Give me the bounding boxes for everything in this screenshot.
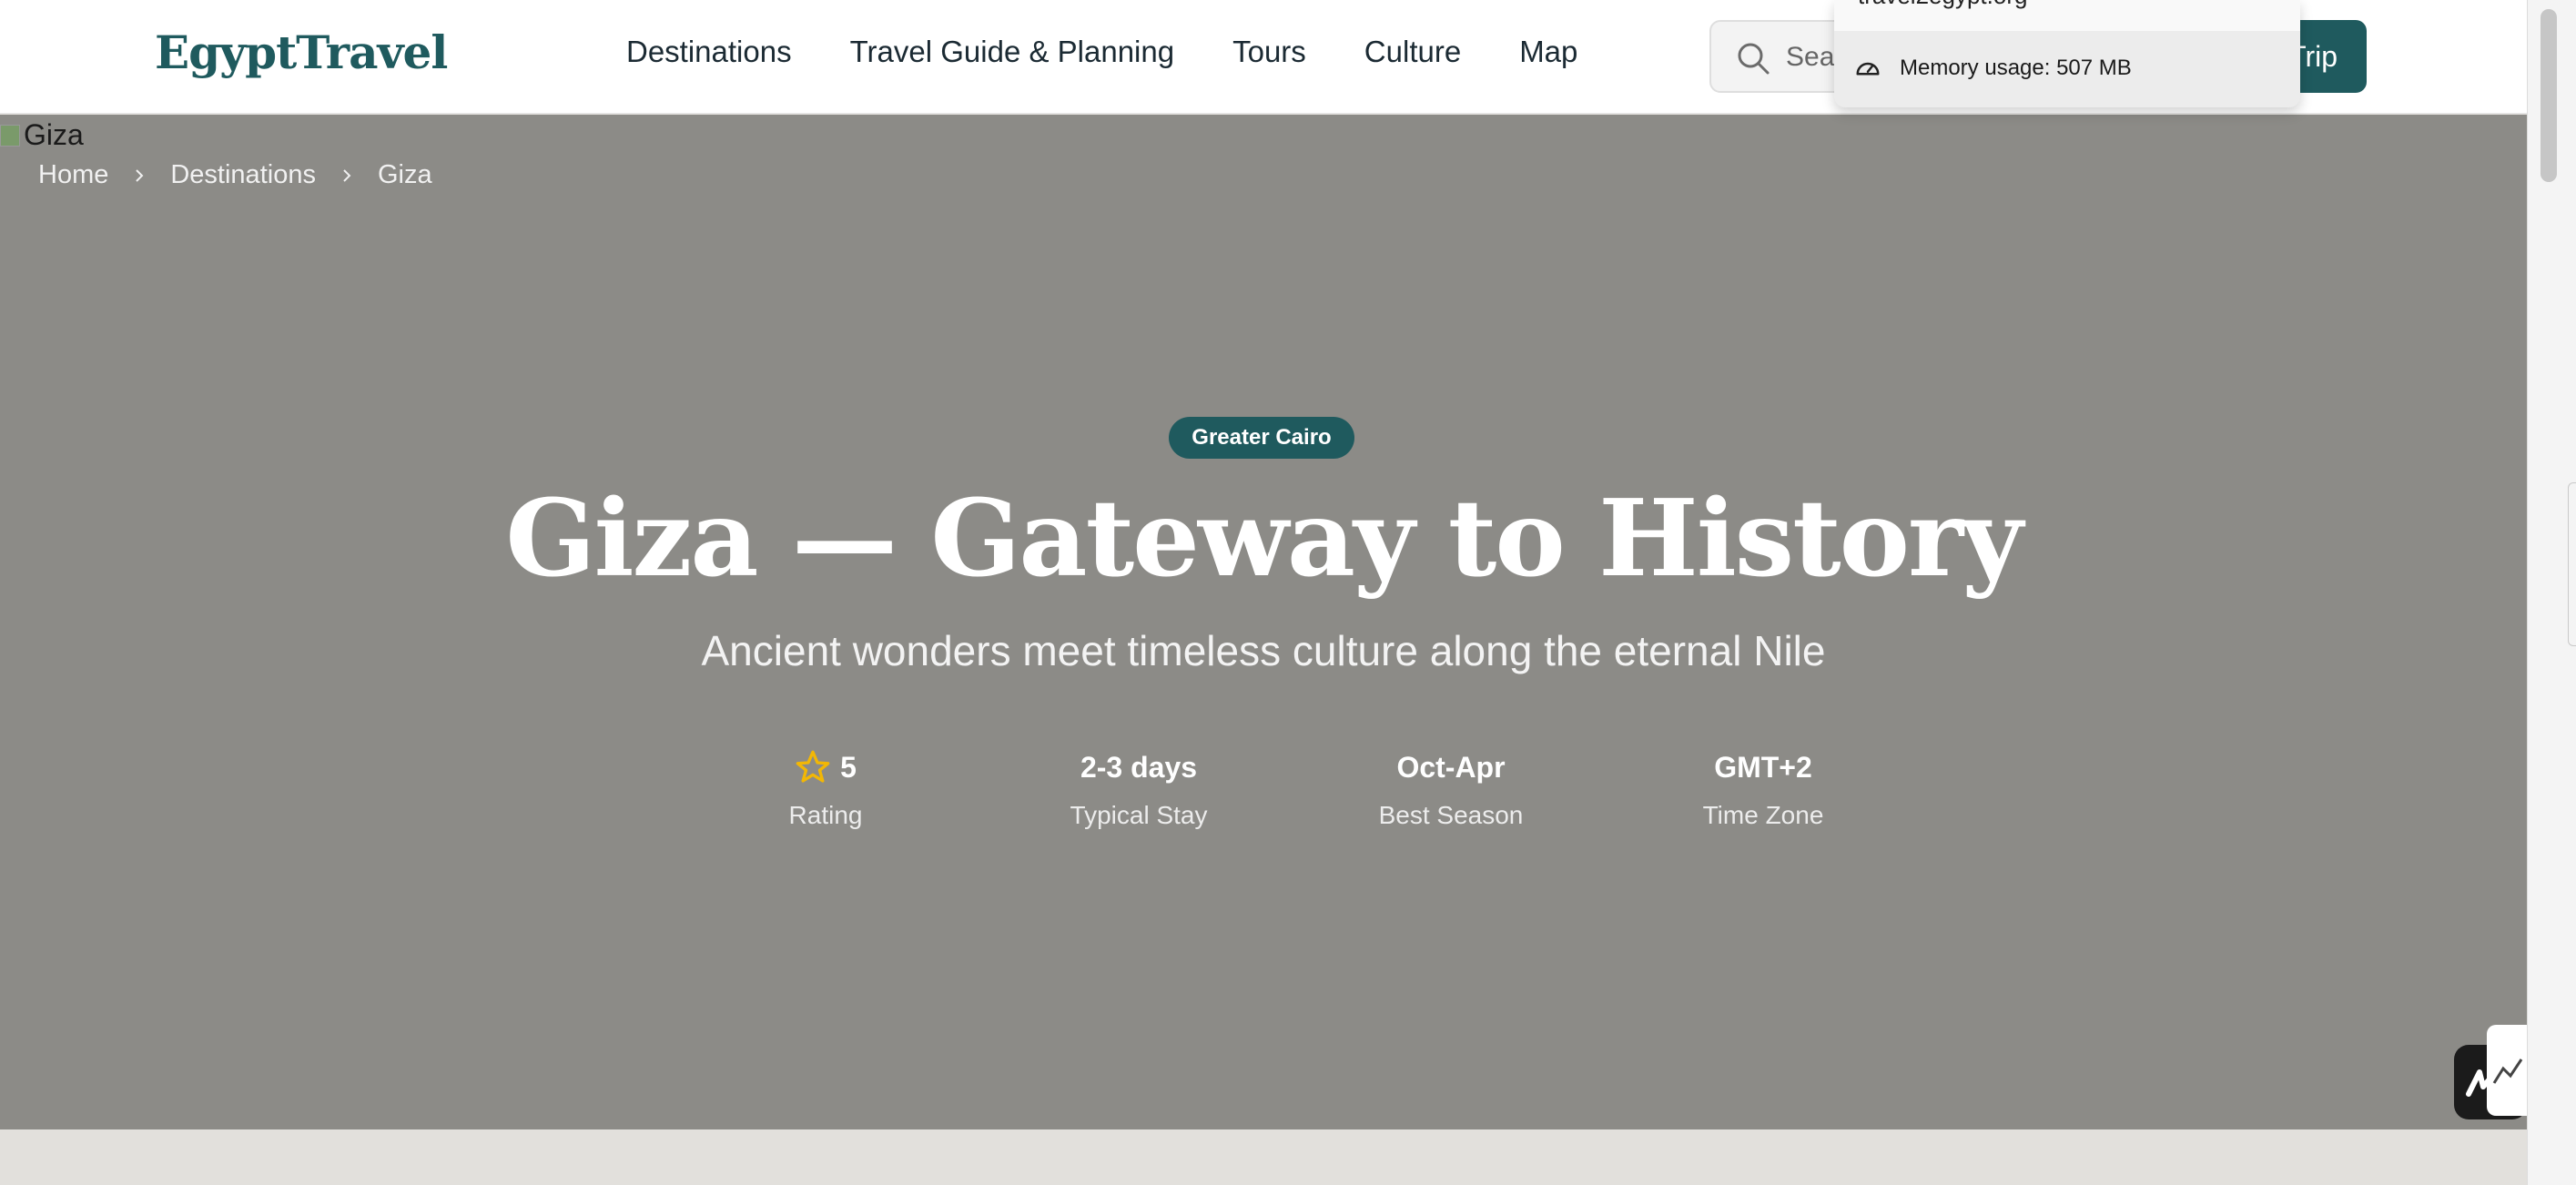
stat-rating-label: Rating (788, 801, 863, 829)
hero-section: Giza Home Destinations Giza Greater Cair… (0, 115, 2527, 1129)
nav-destinations[interactable]: Destinations (626, 35, 792, 69)
scrollbar-track[interactable] (2527, 0, 2576, 1185)
quick-stats: 5 Rating 2-3 days Typical Stay Oct-Apr B… (689, 743, 1836, 852)
stat-season: Oct-Apr Best Season (1314, 743, 1587, 830)
stat-timezone: GMT+2 Time Zone (1627, 743, 1900, 830)
breadcrumb: Home Destinations Giza (38, 160, 432, 190)
stat-stay-value: 2-3 days (1080, 750, 1198, 784)
nav-travel-guide[interactable]: Travel Guide & Planning (850, 35, 1174, 69)
main-nav: Destinations Travel Guide & Planning Tou… (626, 35, 1577, 69)
breadcrumb-destinations[interactable]: Destinations (170, 160, 316, 190)
nav-tours[interactable]: Tours (1232, 35, 1306, 69)
page-title: Giza — Gateway to History (505, 477, 2023, 601)
nav-culture[interactable]: Culture (1364, 35, 1461, 69)
popup-header: travel2egypt.org (1834, 0, 2300, 31)
stat-rating: 5 Rating (689, 743, 962, 830)
stat-timezone-label: Time Zone (1702, 801, 1824, 829)
breadcrumb-current: Giza (377, 160, 432, 189)
region-badge: Greater Cairo (1169, 417, 1354, 459)
breadcrumb-home[interactable]: Home (38, 160, 108, 190)
page-subtitle: Ancient wonders meet timeless culture al… (701, 627, 1826, 674)
chevron-right-icon (136, 168, 144, 182)
stat-season-value: Oct-Apr (1396, 750, 1506, 784)
stat-stay: 2-3 days Typical Stay (1002, 743, 1275, 830)
hero-image: Giza (0, 118, 84, 152)
memory-usage-row: Memory usage: 507 MB (1854, 55, 2132, 82)
nav-map[interactable]: Map (1519, 35, 1577, 69)
memory-usage-popup: travel2egypt.org Memory usage: 507 MB (1834, 0, 2300, 107)
star-icon (796, 750, 830, 783)
popup-host: travel2egypt.org (1858, 0, 2027, 10)
hero-image-alt: Giza (24, 118, 84, 151)
gauge-icon (1856, 62, 1880, 76)
search-icon (1738, 43, 1770, 75)
memory-usage-label: Memory usage: 507 MB (1900, 56, 2132, 80)
stat-timezone-value: GMT+2 (1714, 750, 1812, 784)
widget-panel[interactable] (2487, 1025, 2527, 1116)
broken-image-icon (0, 124, 20, 147)
chevron-right-icon (343, 168, 351, 182)
stat-season-label: Best Season (1378, 801, 1524, 829)
chart-icon (2492, 1058, 2523, 1084)
stat-rating-value: 5 (840, 750, 857, 784)
scrollbar-thumb[interactable] (2541, 9, 2557, 182)
site-logo[interactable]: EgyptTravel (155, 25, 448, 79)
side-tab[interactable] (2568, 482, 2576, 646)
stat-stay-label: Typical Stay (1070, 801, 1208, 829)
